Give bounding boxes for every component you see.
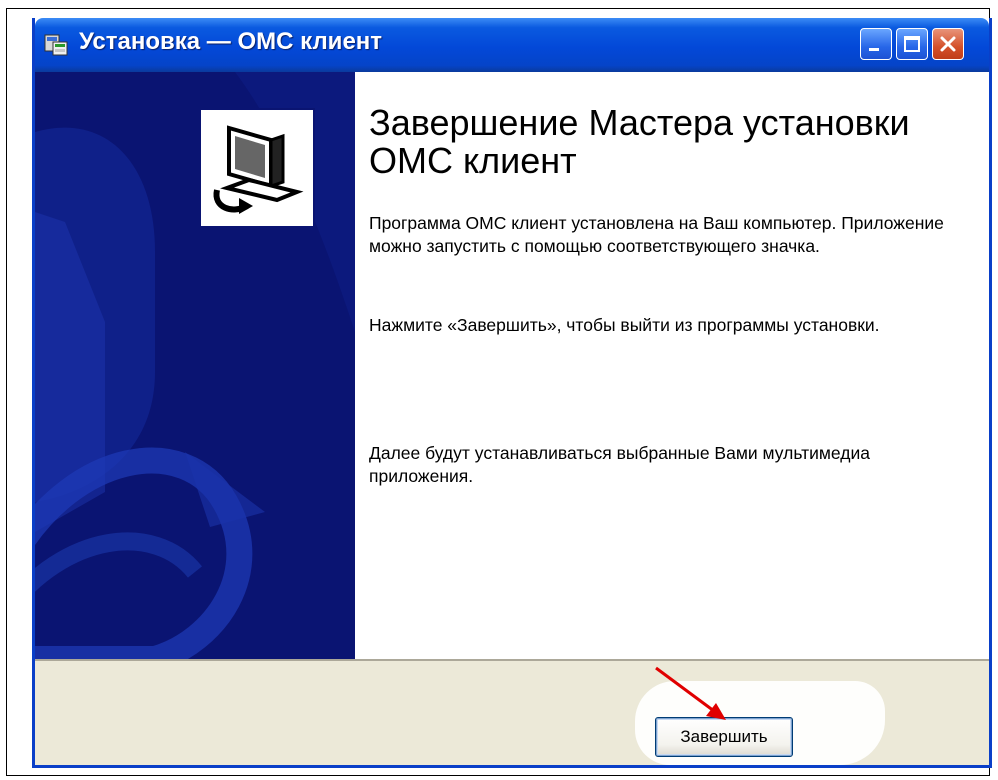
- wizard-sidebar-image: [35, 72, 355, 659]
- installer-window: Установка — ОМС клиент Завершение Мастер…: [32, 18, 992, 768]
- page-title: Завершение Мастера установки ОМС клиент: [369, 102, 910, 181]
- next-steps-message: Далее будут устанавливаться выбранные Ва…: [369, 443, 870, 486]
- installed-message: Программа ОМС клиент установлена на Ваш …: [369, 213, 944, 256]
- close-icon: [940, 36, 956, 52]
- maximize-icon: [904, 36, 920, 52]
- wizard-content: Завершение Мастера установки ОМС клиент …: [355, 72, 989, 659]
- setup-logo: [199, 108, 315, 228]
- finish-button[interactable]: Завершить: [655, 717, 793, 757]
- window-title: Установка — ОМС клиент: [79, 28, 383, 55]
- title-bar[interactable]: Установка — ОМС клиент: [35, 18, 989, 72]
- maximize-button[interactable]: [896, 28, 928, 60]
- button-bar: Завершить: [35, 659, 989, 765]
- finish-instruction: Нажмите «Завершить», чтобы выйти из прог…: [369, 315, 880, 335]
- close-button[interactable]: [932, 28, 964, 60]
- computer-install-icon: [213, 125, 304, 214]
- minimize-icon: [869, 48, 879, 51]
- installer-app-icon: [44, 34, 68, 56]
- minimize-button[interactable]: [860, 28, 892, 60]
